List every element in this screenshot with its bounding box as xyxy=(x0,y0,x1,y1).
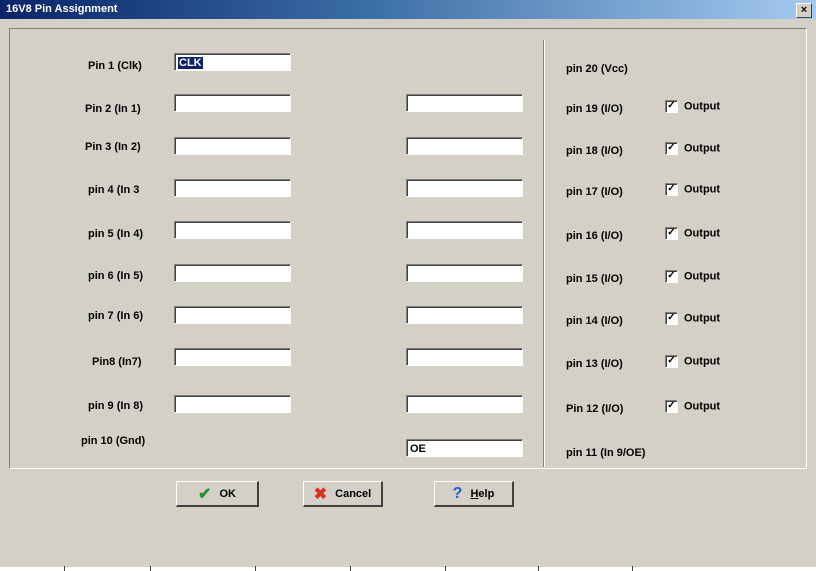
status-divider xyxy=(350,566,351,571)
output-label: Output xyxy=(684,355,721,368)
pin-1-field[interactable]: CLK xyxy=(174,53,291,71)
pin-12-field[interactable] xyxy=(406,395,523,413)
pin-16-field[interactable] xyxy=(406,221,523,239)
label-pin-1: Pin 1 (Clk) xyxy=(88,60,142,72)
output-label: Output xyxy=(684,100,721,113)
checkmark-icon: ✓ xyxy=(665,270,678,283)
pin-9-field[interactable] xyxy=(174,395,291,413)
label-pin-9: pin 9 (In 8) xyxy=(88,400,143,412)
checkmark-icon: ✓ xyxy=(665,100,678,113)
pin-19-field[interactable] xyxy=(406,94,523,112)
status-bar xyxy=(0,567,816,571)
label-pin-4: pin 4 (In 3 xyxy=(88,184,140,196)
pin-12-output-checkbox[interactable]: ✓ Output xyxy=(665,400,720,413)
column-divider xyxy=(543,40,545,467)
checkmark-icon: ✓ xyxy=(665,142,678,155)
pin-11-field[interactable]: OE xyxy=(406,439,523,457)
checkmark-icon: ✓ xyxy=(665,183,678,196)
label-pin-18: pin 18 (I/O) xyxy=(566,145,623,157)
pin-4-field[interactable] xyxy=(174,179,291,197)
output-label: Output xyxy=(684,400,721,413)
help-button[interactable]: ? Help xyxy=(434,481,514,507)
ok-button[interactable]: ✔ OK xyxy=(176,481,259,507)
checkmark-icon: ✓ xyxy=(665,227,678,240)
output-label: Output xyxy=(684,183,721,196)
label-pin-7: pin 7 (In 6) xyxy=(88,310,143,322)
pin-3-field[interactable] xyxy=(174,137,291,155)
title-bar: 16V8 Pin Assignment × xyxy=(0,0,816,19)
status-divider xyxy=(64,566,65,571)
label-pin-8: Pin8 (In7) xyxy=(92,356,142,368)
label-pin-10: pin 10 (Gnd) xyxy=(81,435,146,447)
status-divider xyxy=(632,566,633,571)
help-button-label: Help xyxy=(470,487,495,500)
pin-5-field[interactable] xyxy=(174,221,291,239)
pin-17-output-checkbox[interactable]: ✓ Output xyxy=(665,183,720,196)
checkmark-icon: ✓ xyxy=(665,312,678,325)
label-pin-14: pin 14 (I/O) xyxy=(566,315,623,327)
output-label: Output xyxy=(684,227,721,240)
output-label: Output xyxy=(684,142,721,155)
close-button[interactable]: × xyxy=(796,3,812,18)
pin-15-field[interactable] xyxy=(406,264,523,282)
checkmark-icon: ✓ xyxy=(665,355,678,368)
pin-8-field[interactable] xyxy=(174,348,291,366)
pin-7-field[interactable] xyxy=(174,306,291,324)
checkmark-icon: ✔ xyxy=(198,485,212,503)
label-pin-16: pin 16 (I/O) xyxy=(566,230,623,242)
pin-1-value: CLK xyxy=(178,57,203,69)
pin-2-field[interactable] xyxy=(174,94,291,112)
pin-11-value: OE xyxy=(410,443,426,455)
label-pin-13: pin 13 (I/O) xyxy=(566,358,623,370)
pin-13-field[interactable] xyxy=(406,348,523,366)
cancel-button[interactable]: ✖ Cancel xyxy=(303,481,383,507)
cancel-button-label: Cancel xyxy=(335,487,372,500)
pin-17-field[interactable] xyxy=(406,179,523,197)
pin-6-field[interactable] xyxy=(174,264,291,282)
output-label: Output xyxy=(684,312,721,325)
status-divider xyxy=(538,566,539,571)
x-icon: ✖ xyxy=(313,485,328,503)
status-divider xyxy=(255,566,256,571)
window-title: 16V8 Pin Assignment xyxy=(6,3,118,15)
label-pin-15: pin 15 (I/O) xyxy=(566,273,623,285)
label-pin-17: pin 17 (I/O) xyxy=(566,186,623,198)
checkmark-icon: ✓ xyxy=(665,400,678,413)
pin-18-field[interactable] xyxy=(406,137,523,155)
ok-button-label: OK xyxy=(219,487,236,500)
label-pin-11: pin 11 (In 9/OE) xyxy=(566,447,646,459)
status-divider xyxy=(150,566,151,571)
pin-14-field[interactable] xyxy=(406,306,523,324)
label-pin-6: pin 6 (In 5) xyxy=(88,270,143,282)
output-label: Output xyxy=(684,270,721,283)
label-pin-19: pin 19 (I/O) xyxy=(566,103,623,115)
pin-16-output-checkbox[interactable]: ✓ Output xyxy=(665,227,720,240)
pin-15-output-checkbox[interactable]: ✓ Output xyxy=(665,270,720,283)
status-divider xyxy=(445,566,446,571)
pin-14-output-checkbox[interactable]: ✓ Output xyxy=(665,312,720,325)
label-pin-2: Pin 2 (In 1) xyxy=(85,103,141,115)
label-pin-3: Pin 3 (In 2) xyxy=(85,141,141,153)
label-pin-12: Pin 12 (I/O) xyxy=(566,403,624,415)
pin-13-output-checkbox[interactable]: ✓ Output xyxy=(665,355,720,368)
label-pin-20: pin 20 (Vcc) xyxy=(566,63,628,75)
pin-19-output-checkbox[interactable]: ✓ Output xyxy=(665,100,720,113)
question-icon: ? xyxy=(452,484,463,502)
label-pin-5: pin 5 (In 4) xyxy=(88,228,143,240)
pin-18-output-checkbox[interactable]: ✓ Output xyxy=(665,142,720,155)
